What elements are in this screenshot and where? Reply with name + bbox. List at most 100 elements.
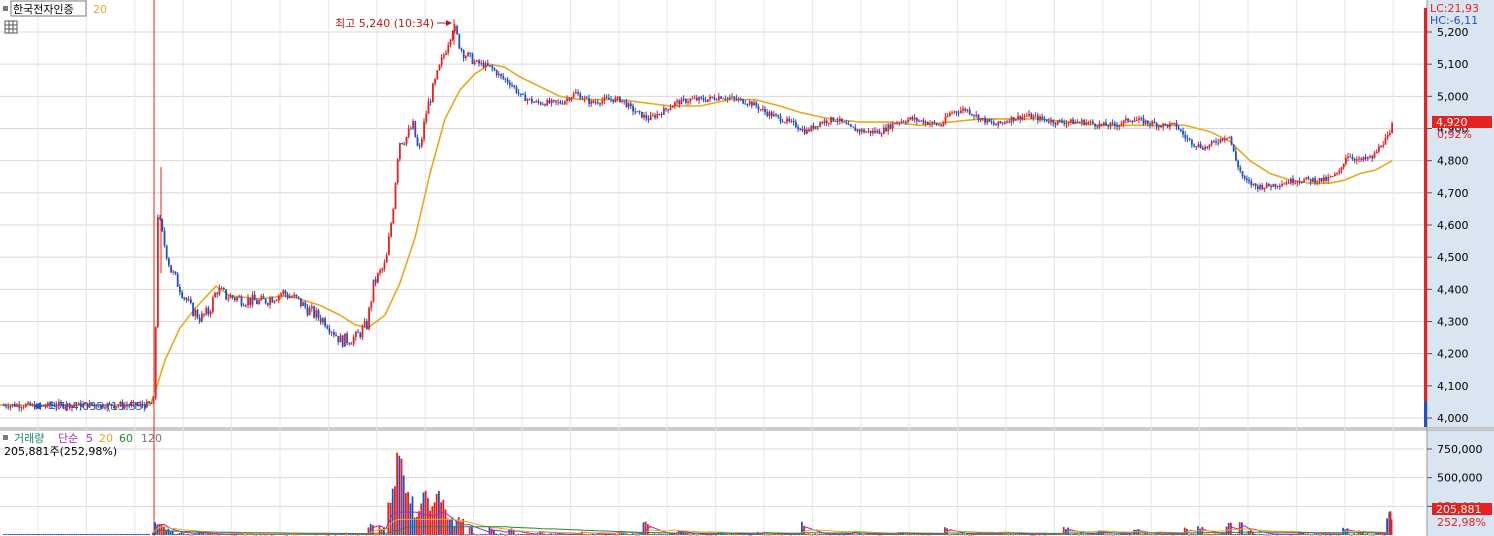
volume-bar bbox=[548, 533, 550, 535]
candle-body bbox=[1182, 130, 1184, 135]
candle-body bbox=[1111, 122, 1114, 124]
candle-body bbox=[557, 101, 560, 103]
candle-body bbox=[412, 120, 414, 129]
candle bbox=[240, 294, 243, 308]
candle-body bbox=[960, 110, 962, 113]
candle-body bbox=[218, 287, 221, 295]
candle-body bbox=[478, 60, 480, 64]
volume-bar bbox=[233, 534, 236, 536]
candle-body bbox=[216, 292, 219, 295]
volume-bar bbox=[814, 533, 816, 535]
candle-body bbox=[817, 126, 819, 128]
candle-body bbox=[687, 101, 689, 103]
candle-body bbox=[3, 405, 5, 407]
volume-bar bbox=[185, 534, 187, 536]
volume-bar bbox=[104, 534, 106, 535]
candle-body bbox=[1290, 178, 1292, 184]
candle-body bbox=[491, 65, 494, 69]
candle-body bbox=[381, 268, 384, 271]
volume-bar bbox=[215, 534, 218, 536]
volume-bar bbox=[18, 534, 21, 535]
volume-current: 205,881주(252,98%) bbox=[4, 445, 117, 458]
price-tick-label: 4,700 bbox=[1437, 187, 1469, 200]
candle-body bbox=[814, 126, 817, 129]
volume-bar bbox=[1194, 534, 1197, 536]
volume-bar bbox=[1071, 534, 1074, 536]
candle-body bbox=[704, 100, 707, 102]
volume-bar bbox=[1210, 534, 1212, 536]
candle-body bbox=[1331, 176, 1334, 178]
candle-body bbox=[1287, 182, 1290, 184]
candle-body bbox=[27, 402, 29, 405]
candle-body bbox=[25, 404, 27, 407]
candle-body bbox=[495, 70, 498, 76]
current-volume-pct: 252,98% bbox=[1437, 516, 1486, 529]
candle-body bbox=[341, 335, 344, 347]
volume-bar bbox=[1144, 533, 1146, 535]
volume-bar bbox=[1381, 534, 1384, 536]
candle-body bbox=[29, 402, 32, 406]
candle bbox=[742, 98, 744, 105]
candle-body bbox=[1323, 177, 1325, 182]
candle-body bbox=[858, 129, 861, 132]
volume-bar bbox=[497, 534, 500, 536]
volume-bar bbox=[1082, 534, 1085, 536]
volume-bar bbox=[545, 534, 548, 536]
table-grid-icon[interactable] bbox=[4, 20, 18, 34]
candle-body bbox=[913, 117, 916, 120]
candle-body bbox=[1136, 119, 1138, 121]
candle-body bbox=[524, 94, 527, 102]
volume-bar bbox=[862, 534, 865, 536]
volume-bar bbox=[515, 534, 517, 536]
candle-body bbox=[641, 111, 643, 118]
candle-body bbox=[388, 236, 390, 255]
volume-bar bbox=[31, 534, 34, 535]
volume-bar bbox=[466, 534, 469, 536]
candle-body bbox=[876, 130, 879, 133]
volume-bar bbox=[1366, 533, 1369, 535]
candle-body bbox=[832, 117, 835, 122]
volume-bar bbox=[132, 534, 135, 535]
candle-body bbox=[150, 403, 153, 405]
candle-body bbox=[1265, 183, 1268, 188]
candle-body bbox=[812, 125, 815, 129]
candle-body bbox=[515, 87, 518, 93]
candle-body bbox=[315, 310, 318, 318]
volume-bar bbox=[504, 534, 506, 536]
candle-body bbox=[1074, 121, 1077, 125]
candle-body bbox=[1125, 118, 1127, 121]
candle-body bbox=[267, 303, 269, 305]
candle bbox=[399, 142, 401, 162]
stock-name: 한국전자인증 bbox=[13, 3, 74, 16]
volume-bar bbox=[523, 533, 526, 535]
volume-bar bbox=[627, 533, 629, 535]
volume-bar bbox=[7, 534, 10, 535]
candle-body bbox=[610, 99, 612, 101]
candle-body bbox=[1349, 156, 1352, 158]
candle bbox=[372, 279, 375, 303]
volume-bar bbox=[479, 534, 482, 536]
candle-body bbox=[352, 337, 355, 344]
volume-bar bbox=[148, 534, 150, 535]
candle-body bbox=[784, 122, 786, 124]
candle-body bbox=[674, 102, 676, 107]
candle-body bbox=[627, 103, 630, 107]
volume-bar bbox=[51, 534, 54, 535]
candle-body bbox=[1210, 141, 1213, 145]
candle-body bbox=[220, 287, 223, 289]
volume-bar bbox=[1254, 533, 1256, 535]
candle-body bbox=[443, 54, 445, 58]
volume-header-icon[interactable] bbox=[3, 435, 8, 440]
candle-body bbox=[1087, 122, 1090, 124]
volume-bar bbox=[374, 534, 376, 536]
volume-bar bbox=[33, 534, 36, 535]
candle-body bbox=[1061, 120, 1063, 123]
volume-tick-label: 500,000 bbox=[1437, 472, 1483, 485]
volume-bar bbox=[970, 534, 973, 536]
candle-body bbox=[788, 118, 791, 122]
candle-body bbox=[757, 106, 760, 110]
candle-body bbox=[654, 115, 656, 118]
volume-bar bbox=[809, 534, 812, 536]
volume-bar bbox=[653, 533, 656, 535]
price-header-icon[interactable] bbox=[3, 6, 8, 11]
